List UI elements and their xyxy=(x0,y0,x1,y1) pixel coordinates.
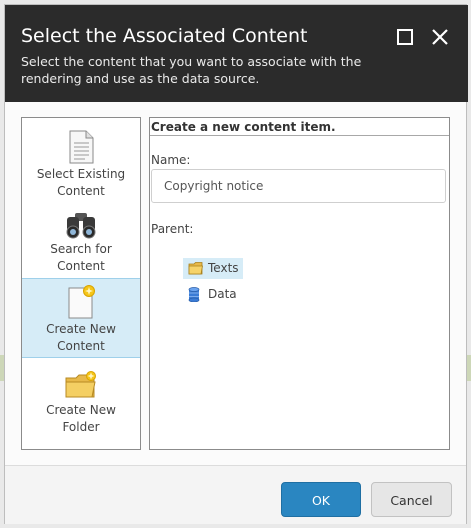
dialog-subtitle: Select the content that you want to asso… xyxy=(21,54,362,86)
option-label: Search for Content xyxy=(50,242,112,273)
close-button[interactable] xyxy=(430,27,450,47)
option-label: Select Existing Content xyxy=(36,167,126,198)
folder-icon xyxy=(188,262,203,275)
option-create-new-content[interactable]: Create New Content xyxy=(22,278,140,358)
associated-content-dialog: Select the Associated Content Select the… xyxy=(4,4,468,524)
dialog-title-bar: Select the Associated Content Select the… xyxy=(5,5,468,102)
maximize-icon xyxy=(397,29,413,45)
dialog-footer: OK Cancel xyxy=(5,465,466,524)
tree-item-label: Texts xyxy=(208,261,239,275)
name-label: Name: xyxy=(151,153,191,167)
dialog-title: Select the Associated Content xyxy=(21,25,308,47)
option-search-for-content[interactable]: Search for Content xyxy=(22,205,140,285)
cancel-button[interactable]: Cancel xyxy=(371,482,452,517)
tree-item-texts[interactable]: Texts xyxy=(183,258,243,279)
close-icon xyxy=(432,29,448,45)
tree-item-label: Data xyxy=(208,287,237,301)
new-folder-icon xyxy=(65,371,96,398)
parent-label: Parent: xyxy=(151,222,194,236)
maximize-button[interactable] xyxy=(395,27,415,47)
document-icon xyxy=(69,130,94,164)
option-select-existing-content[interactable]: Select Existing Content xyxy=(22,124,140,204)
panel-heading: Create a new content item. xyxy=(150,118,449,136)
name-input[interactable] xyxy=(151,169,446,203)
ok-button[interactable]: OK xyxy=(281,482,361,517)
new-document-icon xyxy=(68,285,95,319)
dialog-content: Select Existing Content Search for Conte… xyxy=(5,102,466,465)
option-label: Create New Folder xyxy=(46,403,116,434)
option-label: Create New Content xyxy=(46,322,116,353)
content-options-panel: Select Existing Content Search for Conte… xyxy=(21,117,141,450)
database-icon xyxy=(188,287,200,302)
tree-item-data[interactable]: Data xyxy=(183,284,243,305)
binoculars-icon xyxy=(66,213,96,239)
option-create-new-folder[interactable]: Create New Folder xyxy=(22,364,140,444)
create-content-panel: Create a new content item. Name: Parent:… xyxy=(149,117,450,450)
